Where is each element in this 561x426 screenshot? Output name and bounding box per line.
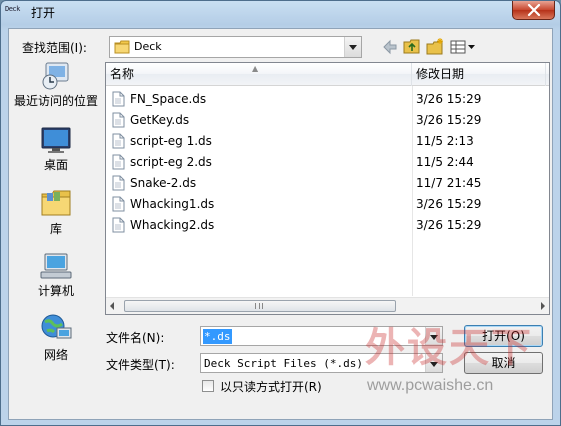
dialog-body: 查找范围(I): Deck 最近访问的位置 桌面 库 计算机 网络 名称 ▲ 修… (8, 28, 553, 420)
file-name: script-eg 1.ds (130, 134, 212, 148)
file-row[interactable]: script-eg 1.ds 11/5 2:13 [ (106, 131, 549, 152)
up-folder-icon[interactable] (402, 37, 422, 57)
scroll-left-icon[interactable] (110, 302, 114, 310)
look-in-label: 查找范围(I): (22, 41, 87, 55)
file-date: 11/5 2:13 (416, 134, 474, 148)
recent-places-icon (42, 62, 69, 90)
file-date: 3/26 15:29 (416, 113, 482, 127)
back-arrow-icon[interactable] (380, 37, 400, 57)
file-name: Whacking2.ds (130, 218, 215, 232)
document-icon (112, 133, 125, 149)
filetype-label: 文件类型(T): (106, 358, 175, 372)
document-icon (112, 112, 125, 128)
open-file-dialog: Deck 打开 查找范围(I): Deck 最近访问的位置 桌面 库 计算机 网… (0, 0, 561, 426)
place-desktop[interactable]: 桌面 (13, 125, 99, 173)
file-name: FN_Space.ds (130, 92, 207, 106)
place-computer[interactable]: 计算机 (13, 251, 99, 299)
libraries-icon (41, 190, 71, 216)
place-recent-label: 最近访问的位置 (13, 94, 98, 108)
file-row[interactable]: GetKey.ds 3/26 15:29 [ (106, 110, 549, 131)
horizontal-scrollbar[interactable] (106, 297, 549, 314)
network-icon (41, 314, 72, 339)
look-in-combo[interactable]: Deck (109, 36, 362, 58)
place-libraries[interactable]: 库 (13, 187, 99, 237)
place-network-label: 网络 (43, 348, 68, 362)
place-desktop-label: 桌面 (43, 158, 68, 172)
file-row[interactable]: Whacking1.ds 3/26 15:29 [ (106, 194, 549, 215)
view-menu-icon[interactable] (449, 37, 477, 57)
place-libraries-label: 库 (49, 222, 62, 236)
readonly-label[interactable]: 以只读方式打开(R) (220, 378, 322, 395)
cancel-button[interactable]: 取消 (464, 352, 543, 374)
file-date: 3/26 15:29 (416, 218, 482, 232)
sort-ascending-icon: ▲ (252, 64, 259, 73)
file-list-header: 名称 ▲ 修改日期 I (106, 63, 549, 86)
file-date: 11/5 2:44 (416, 155, 474, 169)
file-name: Whacking1.ds (130, 197, 215, 211)
file-row[interactable]: script-eg 2.ds 11/5 2:44 [ (106, 152, 549, 173)
scrollbar-thumb[interactable] (124, 300, 396, 312)
document-icon (112, 175, 125, 191)
file-row[interactable]: FN_Space.ds 3/26 15:29 [ (106, 89, 549, 110)
new-folder-icon[interactable] (425, 37, 445, 57)
scroll-right-icon[interactable] (541, 302, 545, 310)
place-computer-label: 计算机 (37, 284, 74, 298)
close-icon (527, 4, 541, 16)
computer-icon (40, 253, 72, 279)
filename-label: 文件名(N): (106, 331, 165, 345)
desktop-icon (41, 127, 71, 153)
folder-icon (114, 40, 130, 54)
document-icon (112, 154, 125, 170)
filename-dropdown-arrow[interactable] (425, 327, 442, 345)
document-icon (112, 91, 125, 107)
look-in-value: Deck (134, 40, 162, 53)
dialog-title: 打开 (31, 6, 56, 20)
grip-icon (255, 303, 263, 309)
readonly-checkbox[interactable] (202, 380, 214, 392)
file-list[interactable]: 名称 ▲ 修改日期 I FN_Space.ds 3/26 15:29 [ Get… (105, 62, 550, 315)
close-button[interactable] (512, 1, 555, 20)
file-date: 11/7 21:45 (416, 176, 482, 190)
place-network[interactable]: 网络 (13, 313, 99, 363)
file-name: Snake-2.ds (130, 176, 197, 190)
file-name: GetKey.ds (130, 113, 190, 127)
column-name-header[interactable]: 名称 (106, 63, 412, 86)
file-row[interactable]: Snake-2.ds 11/7 21:45 [ (106, 173, 549, 194)
document-icon (112, 217, 125, 233)
places-bar: 最近访问的位置 桌面 库 计算机 网络 (13, 61, 99, 363)
file-date: 3/26 15:29 (416, 197, 482, 211)
filetype-dropdown-arrow[interactable] (425, 354, 442, 372)
column-date-header[interactable]: 修改日期 (412, 63, 546, 86)
file-row[interactable]: Whacking2.ds 3/26 15:29 [ (106, 215, 549, 236)
app-icon: Deck (5, 5, 20, 13)
column-extra-header[interactable]: I (546, 63, 549, 86)
open-button[interactable]: 打开(O) (464, 325, 543, 347)
file-name: script-eg 2.ds (130, 155, 212, 169)
filename-combo[interactable]: *.ds (200, 326, 443, 346)
filetype-select[interactable]: Deck Script Files (*.ds) (200, 353, 443, 373)
look-in-dropdown-arrow[interactable] (344, 37, 361, 57)
document-icon (112, 196, 125, 212)
filetype-value: Deck Script Files (*.ds) (204, 357, 363, 370)
file-date: 3/26 15:29 (416, 92, 482, 106)
filename-input[interactable]: *.ds (203, 329, 232, 344)
place-recent[interactable]: 最近访问的位置 (13, 61, 99, 109)
title-bar[interactable]: Deck 打开 (1, 1, 560, 23)
